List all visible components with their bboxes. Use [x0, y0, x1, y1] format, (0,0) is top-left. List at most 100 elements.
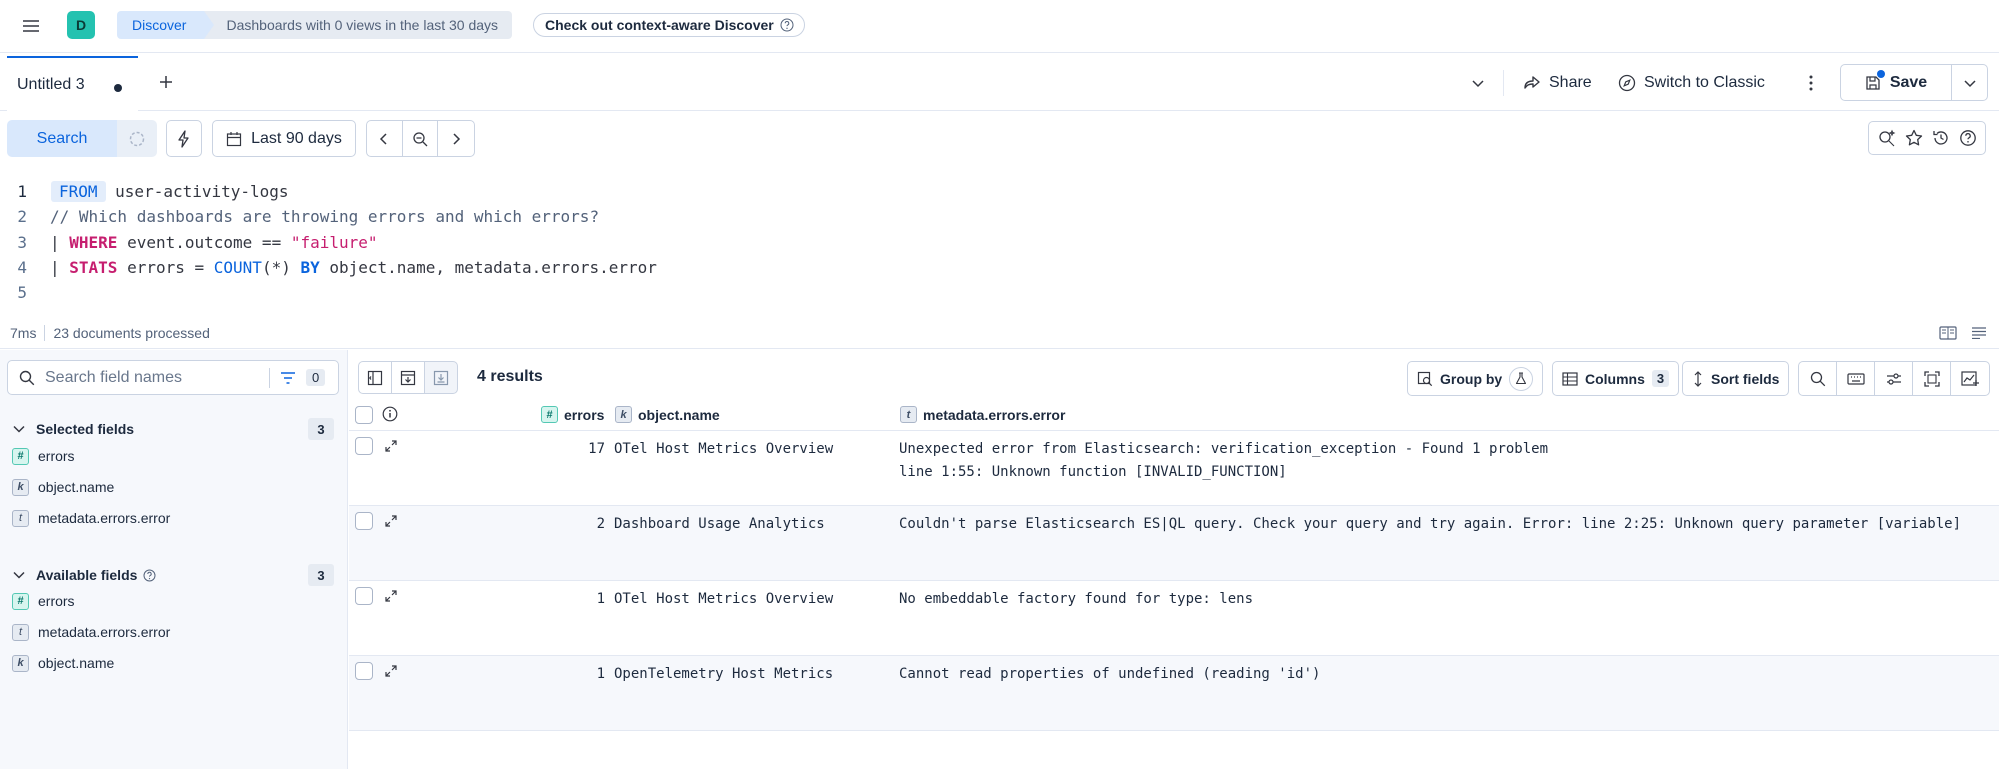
refresh-icon [129, 131, 145, 146]
esql-editor[interactable]: 1 FROM user-activity-logs 2 // Which das… [0, 174, 1999, 304]
sort-fields-button[interactable]: Sort fields [1682, 361, 1790, 396]
count-function: COUNT [213, 257, 262, 277]
help-icon [780, 18, 794, 32]
more-options-button[interactable] [1806, 67, 1816, 99]
available-field-object-name[interactable]: k object.name [12, 652, 114, 674]
table-row[interactable]: 2 Dashboard Usage Analytics Couldn't par… [349, 506, 1999, 581]
cell-error: Unexpected error from Elasticsearch: ver… [899, 441, 1549, 480]
group-by-label: Group by [1440, 370, 1503, 387]
chart-toggle-button[interactable] [391, 361, 425, 394]
table-row[interactable]: 1 OTel Host Metrics Overview No embeddab… [349, 581, 1999, 656]
add-to-dashboard-button[interactable] [1951, 362, 1989, 395]
grid-icon-controls [1798, 361, 1990, 396]
row-checkbox[interactable] [355, 587, 373, 605]
sliders-icon [1886, 372, 1901, 385]
text-type-icon: t [12, 623, 29, 641]
star-icon[interactable] [1905, 129, 1923, 147]
info-icon[interactable] [382, 406, 398, 422]
display-settings-button[interactable] [1875, 362, 1913, 395]
previous-period-button[interactable] [367, 121, 403, 156]
cell-object-name: OTel Host Metrics Overview [614, 591, 834, 607]
expand-icon[interactable] [384, 664, 398, 678]
number-type-icon: # [541, 406, 558, 423]
results-count: 4 results [477, 368, 543, 385]
column-header-errors[interactable]: # errors [541, 406, 604, 423]
history-icon[interactable] [1932, 129, 1950, 147]
row-checkbox[interactable] [355, 512, 373, 530]
context-badge-label: Check out context-aware Discover [545, 17, 774, 33]
column-header-object-name[interactable]: k object.name [615, 406, 720, 423]
code-line-3: 3 | WHERE event.outcome == "failure" [0, 230, 1999, 254]
keyword-type-icon: k [12, 478, 29, 496]
breadcrumb-current: Dashboards with 0 views in the last 30 d… [204, 11, 513, 39]
line-number: 1 [17, 181, 27, 201]
add-tab-button[interactable] [155, 71, 177, 93]
pipe: | [50, 232, 70, 252]
available-fields-header[interactable]: Available fields 3 [12, 564, 338, 586]
number-type-icon: # [12, 592, 29, 610]
sort-fields-label: Sort fields [1711, 370, 1780, 387]
search-grid-button[interactable] [1799, 362, 1837, 395]
group-by-button[interactable]: Group by [1407, 361, 1544, 396]
selected-fields-header[interactable]: Selected fields 3 [12, 418, 338, 440]
save-button[interactable]: Save [1841, 65, 1952, 100]
field-name: metadata.errors.error [38, 510, 171, 526]
field-list-sidebar: Search field names 0 Selected fields 3 #… [0, 350, 348, 769]
quick-actions-button[interactable] [166, 120, 202, 157]
expand-icon[interactable] [384, 439, 398, 453]
row-checkbox[interactable] [355, 662, 373, 680]
fullscreen-button[interactable] [1913, 362, 1951, 395]
available-fields-count: 3 [308, 564, 334, 586]
save-label: Save [1889, 73, 1928, 91]
context-aware-badge[interactable]: Check out context-aware Discover [533, 13, 805, 37]
help-icon[interactable] [1959, 129, 1977, 147]
selected-field-metadata-errors-error[interactable]: t metadata.errors.error [12, 507, 170, 529]
date-picker-button[interactable]: Last 90 days [212, 120, 356, 157]
column-header-label: metadata.errors.error [923, 406, 1066, 423]
table-row[interactable]: 17 OTel Host Metrics Overview Unexpected… [349, 431, 1999, 506]
save-options-button[interactable] [1952, 75, 1987, 91]
tab-untitled-3[interactable]: Untitled 3 [7, 56, 138, 111]
compass-icon [1618, 74, 1636, 92]
toggle-sidebar-button[interactable] [358, 361, 392, 394]
columns-button[interactable]: Columns 3 [1552, 361, 1680, 396]
fullscreen-icon [1923, 370, 1940, 387]
cell-error: Couldn't parse Elasticsearch ES|QL query… [899, 516, 1962, 532]
download-button[interactable] [424, 361, 458, 394]
refresh-icon-button[interactable] [117, 120, 157, 157]
field-name: object.name [38, 479, 115, 495]
table-row[interactable]: 1 OpenTelemetry Host Metrics Cannot read… [349, 656, 1999, 731]
next-period-button[interactable] [438, 121, 474, 156]
search-button[interactable]: Search [7, 120, 117, 157]
zoom-out-button[interactable] [403, 121, 439, 156]
row-height-button[interactable] [1837, 362, 1875, 395]
space-avatar[interactable]: D [67, 11, 95, 39]
where-keyword: WHERE [69, 232, 118, 252]
docs-icon[interactable] [1939, 326, 1957, 340]
field-search-input[interactable]: Search field names 0 [7, 360, 339, 395]
line-number: 3 [17, 232, 27, 252]
selected-field-object-name[interactable]: k object.name [12, 476, 114, 498]
ai-assistant-icon[interactable] [1878, 129, 1896, 147]
cell-object-name: Dashboard Usage Analytics [614, 516, 825, 532]
available-field-metadata-errors-error[interactable]: t metadata.errors.error [12, 621, 170, 643]
selected-field-errors[interactable]: # errors [12, 445, 75, 467]
expand-icon[interactable] [384, 589, 398, 603]
breadcrumb-discover[interactable]: Discover [117, 11, 215, 39]
switch-classic-button[interactable]: Switch to Classic [1618, 67, 1765, 99]
unsaved-dot-icon [114, 84, 122, 92]
column-header-metadata-errors-error[interactable]: t metadata.errors.error [900, 406, 1065, 423]
share-button[interactable]: Share [1523, 67, 1592, 99]
select-all-checkbox[interactable] [355, 406, 373, 424]
code-text: | STATS errors = COUNT(*) BY object.name… [50, 258, 657, 277]
expand-icon[interactable] [384, 514, 398, 528]
tab-label: Untitled 3 [17, 75, 85, 93]
query-status-bar: 7ms 23 documents processed [0, 318, 1999, 349]
filter-icon[interactable] [280, 371, 296, 384]
available-field-errors[interactable]: # errors [12, 590, 75, 612]
list-icon[interactable] [1971, 327, 1987, 339]
row-checkbox[interactable] [355, 437, 373, 455]
menu-icon[interactable] [20, 15, 42, 37]
info-icon[interactable] [143, 569, 156, 582]
tabs-menu-button[interactable] [1470, 67, 1486, 99]
